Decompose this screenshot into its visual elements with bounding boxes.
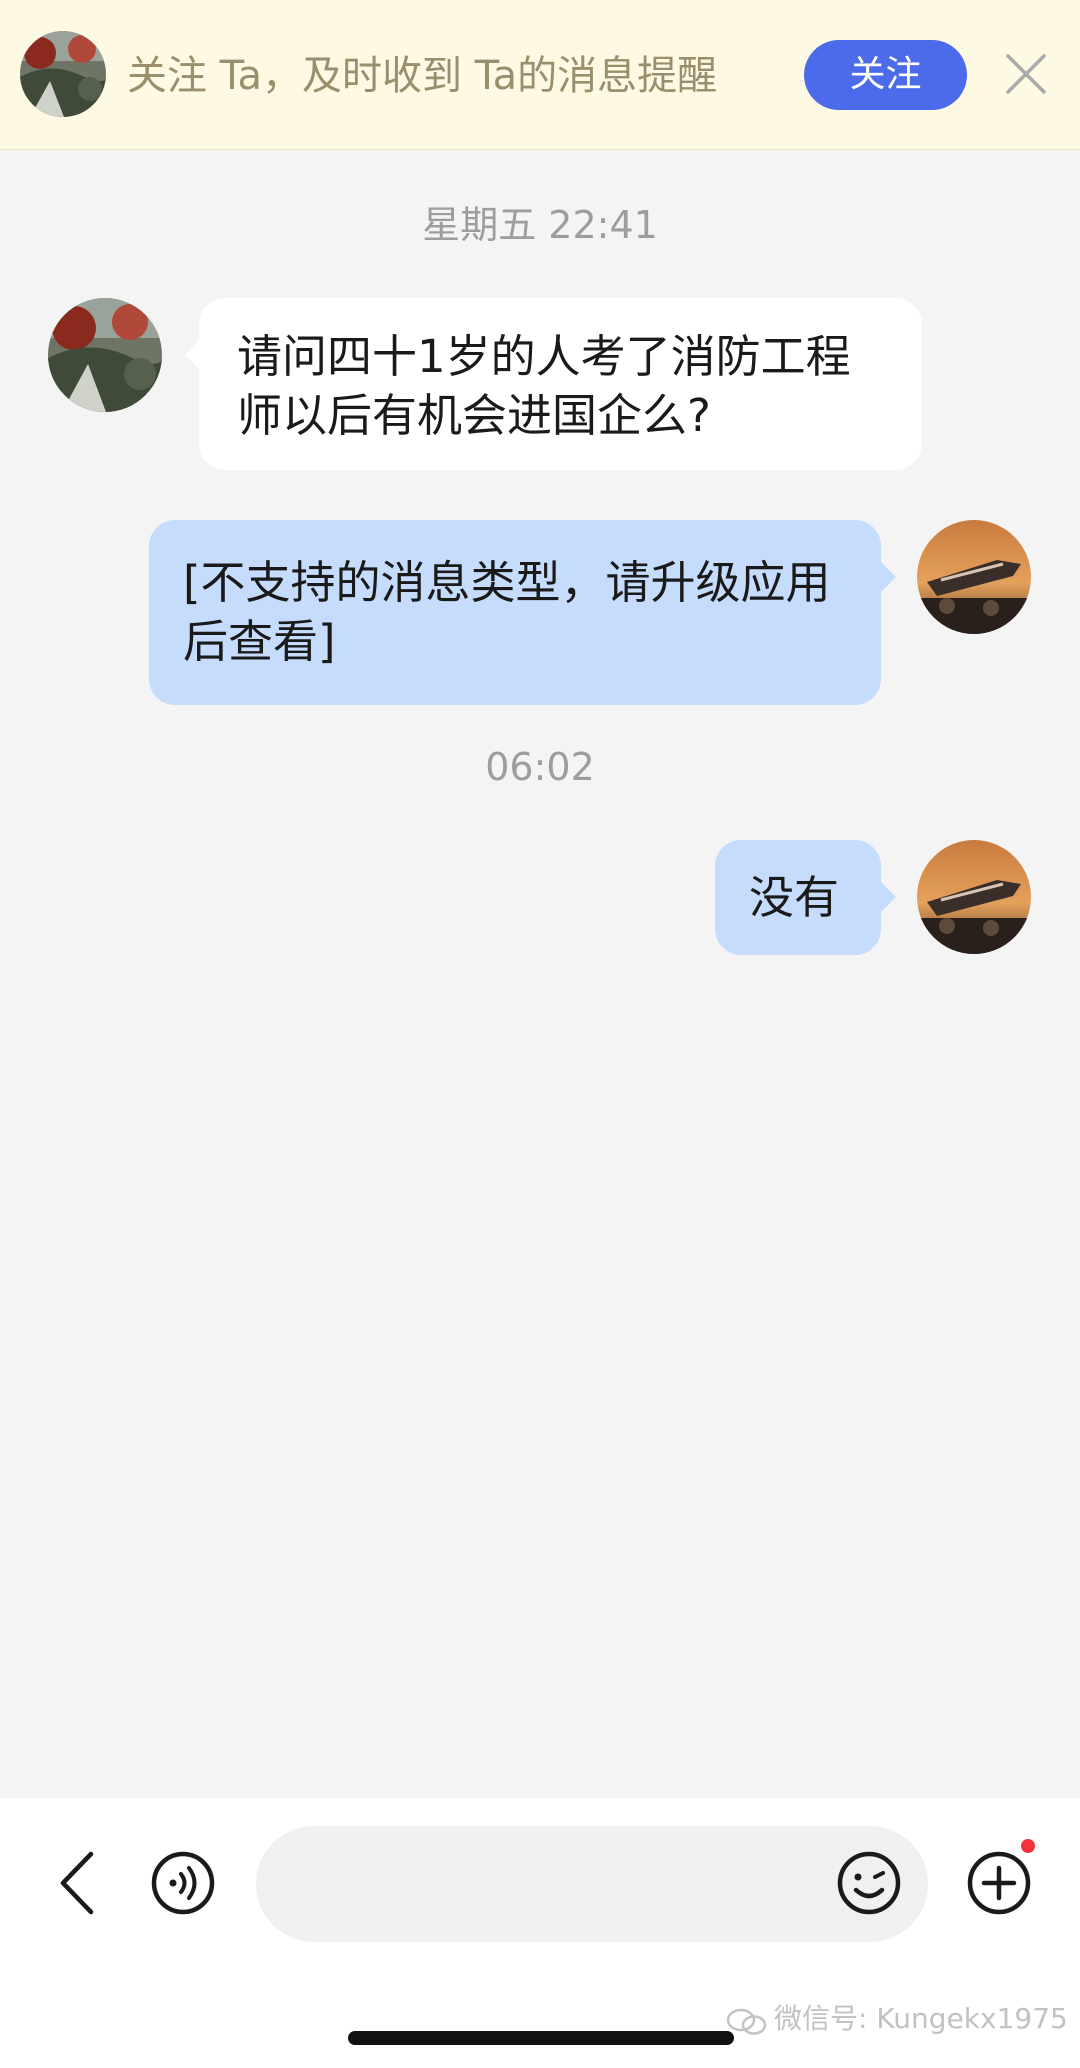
user-avatar[interactable] bbox=[917, 840, 1031, 954]
follow-banner: 关注 Ta，及时收到 Ta的消息提醒 关注 bbox=[0, 0, 1080, 150]
home-indicator[interactable] bbox=[348, 2031, 734, 2045]
bubble-tail bbox=[881, 562, 896, 592]
voice-icon[interactable] bbox=[150, 1850, 216, 1916]
message-text: [不支持的消息类型，请升级应用后查看] bbox=[183, 556, 831, 668]
follow-prompt-text: 关注 Ta，及时收到 Ta的消息提醒 bbox=[127, 53, 718, 99]
contact-avatar[interactable] bbox=[48, 298, 162, 412]
contact-avatar[interactable] bbox=[20, 31, 106, 117]
chevron-left-icon[interactable] bbox=[55, 1850, 99, 1916]
message-input[interactable] bbox=[256, 1826, 928, 1942]
emoji-icon[interactable] bbox=[836, 1850, 902, 1916]
message-bubble-outgoing[interactable]: 没有 bbox=[715, 840, 881, 955]
follow-button[interactable]: 关注 bbox=[804, 40, 967, 110]
bubble-tail bbox=[185, 340, 200, 370]
close-icon[interactable] bbox=[1004, 52, 1048, 96]
message-bubble-outgoing[interactable]: [不支持的消息类型，请升级应用后查看] bbox=[149, 520, 881, 705]
message-text: 请问四十1岁的人考了消防工程师以后有机会进国企么? bbox=[237, 330, 851, 442]
message-bubble-incoming[interactable]: 请问四十1岁的人考了消防工程师以后有机会进国企么? bbox=[199, 298, 922, 470]
notification-dot bbox=[1021, 1839, 1035, 1853]
plus-icon[interactable] bbox=[966, 1850, 1032, 1916]
user-avatar[interactable] bbox=[917, 520, 1031, 634]
watermark: 微信号: Kungekx1975 bbox=[726, 1996, 1068, 2042]
message-timestamp: 06:02 bbox=[485, 745, 595, 789]
watermark-text: 微信号: Kungekx1975 bbox=[774, 2002, 1068, 2035]
wechat-icon bbox=[726, 2005, 768, 2035]
bubble-tail bbox=[881, 882, 896, 912]
message-text: 没有 bbox=[749, 871, 840, 924]
message-timestamp: 星期五 22:41 bbox=[422, 203, 658, 247]
